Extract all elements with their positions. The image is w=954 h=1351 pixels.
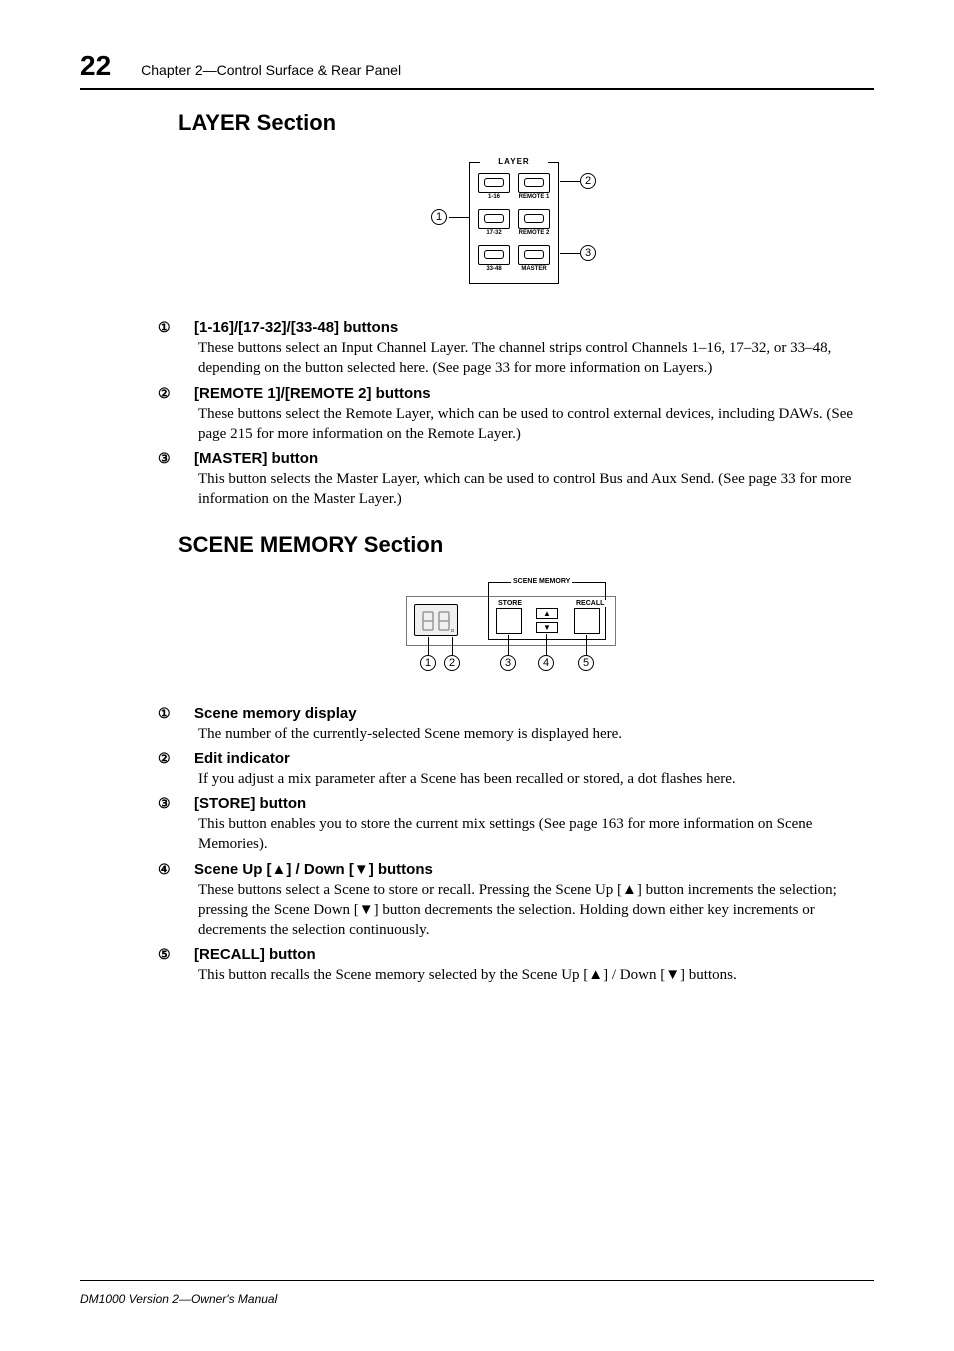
item-body-1: These buttons select an Input Channel La… — [198, 338, 854, 379]
callout-s3: 3 — [500, 655, 516, 671]
callout-2: 2 — [580, 173, 596, 189]
item-num-s2: ② — [178, 750, 194, 767]
layer-diagram: LAYER 1-16 REMOTE 1 17-32 REMOTE 2 33-4 — [441, 154, 591, 294]
scene-memory-group-label: SCENE MEMORY — [511, 578, 572, 585]
callout-s2: 2 — [444, 655, 460, 671]
item-title-2: [REMOTE 1]/[REMOTE 2] buttons — [194, 385, 431, 402]
item-num-s4: ④ — [178, 861, 194, 878]
callout-s4: 4 — [538, 655, 554, 671]
item-scene-3: ③[STORE] button This button enables you … — [178, 795, 854, 855]
page-header: 22 Chapter 2—Control Surface & Rear Pane… — [80, 50, 874, 90]
button-33-48 — [478, 245, 510, 265]
item-layer-1: ①[1-16]/[17-32]/[33-48] buttons These bu… — [178, 319, 854, 379]
layer-panel-title: LAYER — [480, 157, 548, 166]
item-body-s4: These buttons select a Scene to store or… — [198, 880, 854, 941]
item-body-3: This button selects the Master Layer, wh… — [198, 469, 854, 510]
callout-line-s3 — [508, 635, 509, 655]
callout-3: 3 — [580, 245, 596, 261]
label-remote2: REMOTE 2 — [516, 230, 552, 236]
callout-line-1 — [449, 217, 469, 218]
item-num-1: ① — [178, 319, 194, 336]
label-1-16: 1-16 — [476, 194, 512, 200]
page-number: 22 — [80, 50, 111, 82]
chapter-reference: Chapter 2—Control Surface & Rear Panel — [141, 62, 401, 78]
seven-seg-digit-2 — [437, 610, 451, 632]
item-body-s2: If you adjust a mix parameter after a Sc… — [198, 769, 854, 789]
layer-panel-box: LAYER 1-16 REMOTE 1 17-32 REMOTE 2 33-4 — [469, 162, 559, 284]
item-num-s3: ③ — [178, 795, 194, 812]
callout-line-2 — [560, 181, 580, 182]
item-scene-5: ⑤[RECALL] button This button recalls the… — [178, 946, 854, 985]
item-body-s1: The number of the currently-selected Sce… — [198, 724, 854, 744]
item-scene-4: ④Scene Up [▲] / Down [▼] buttons These b… — [178, 861, 854, 941]
recall-label: RECALL — [574, 600, 606, 607]
footer-rule — [80, 1280, 874, 1281]
callout-s1: 1 — [420, 655, 436, 671]
label-remote1: REMOTE 1 — [516, 194, 552, 200]
layer-row-3: 33-48 MASTER — [476, 245, 552, 279]
scene-memory-display — [414, 604, 458, 636]
seven-seg-digit-1 — [421, 610, 435, 632]
item-num-2: ② — [178, 385, 194, 402]
footer-text: DM1000 Version 2—Owner's Manual — [80, 1292, 277, 1306]
callout-s5: 5 — [578, 655, 594, 671]
button-17-32 — [478, 209, 510, 229]
scene-diagram: SCENE MEMORY STORE ▲ ▼ RECALL 1 2 3 4 5 — [396, 572, 636, 682]
item-title-s4: Scene Up [▲] / Down [▼] buttons — [194, 861, 433, 878]
section-title-scene: SCENE MEMORY Section — [178, 532, 854, 558]
label-33-48: 33-48 — [476, 266, 512, 272]
item-scene-1: ①Scene memory display The number of the … — [178, 705, 854, 744]
label-master: MASTER — [516, 266, 552, 272]
scene-down-button: ▼ — [536, 622, 558, 633]
callout-line-s5 — [586, 635, 587, 655]
scene-diagram-wrap: SCENE MEMORY STORE ▲ ▼ RECALL 1 2 3 4 5 — [178, 572, 854, 687]
item-title-s5: [RECALL] button — [194, 946, 316, 963]
item-body-s5: This button recalls the Scene memory sel… — [198, 965, 854, 985]
item-layer-3: ③[MASTER] button This button selects the… — [178, 450, 854, 510]
callout-line-s4 — [546, 634, 547, 655]
button-master — [518, 245, 550, 265]
button-1-16 — [478, 173, 510, 193]
store-button — [496, 608, 522, 634]
item-layer-2: ②[REMOTE 1]/[REMOTE 2] buttons These but… — [178, 385, 854, 445]
callout-line-s2 — [452, 637, 453, 655]
item-body-s3: This button enables you to store the cur… — [198, 814, 854, 855]
item-title-s2: Edit indicator — [194, 750, 290, 767]
item-title-1: [1-16]/[17-32]/[33-48] buttons — [194, 319, 398, 336]
callout-line-s1 — [428, 637, 429, 655]
layer-row-1: 1-16 REMOTE 1 — [476, 173, 552, 207]
item-num-s5: ⑤ — [178, 946, 194, 963]
item-title-3: [MASTER] button — [194, 450, 318, 467]
item-title-s3: [STORE] button — [194, 795, 306, 812]
item-num-s1: ① — [178, 705, 194, 722]
edit-dot — [451, 629, 454, 632]
item-title-s1: Scene memory display — [194, 705, 357, 722]
button-remote2 — [518, 209, 550, 229]
scene-up-button: ▲ — [536, 608, 558, 619]
section-title-layer: LAYER Section — [178, 110, 854, 136]
layer-row-2: 17-32 REMOTE 2 — [476, 209, 552, 243]
label-17-32: 17-32 — [476, 230, 512, 236]
layer-diagram-wrap: LAYER 1-16 REMOTE 1 17-32 REMOTE 2 33-4 — [178, 154, 854, 299]
callout-line-3 — [560, 253, 580, 254]
callout-1: 1 — [431, 209, 447, 225]
button-remote1 — [518, 173, 550, 193]
item-scene-2: ②Edit indicator If you adjust a mix para… — [178, 750, 854, 789]
item-num-3: ③ — [178, 450, 194, 467]
recall-button — [574, 608, 600, 634]
store-label: STORE — [496, 600, 524, 607]
item-body-2: These buttons select the Remote Layer, w… — [198, 404, 854, 445]
page-content: LAYER Section LAYER 1-16 REMOTE 1 17-32 … — [178, 110, 854, 986]
